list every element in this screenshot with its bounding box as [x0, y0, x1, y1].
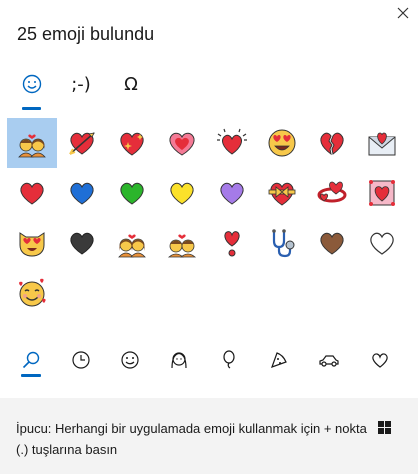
heart-with-ribbon-emoji [268, 182, 296, 206]
tab-symbols[interactable]: Ω [111, 64, 151, 104]
heart-decoration-emoji [369, 180, 395, 206]
category-travel[interactable] [309, 340, 349, 380]
heart-eyes-face-emoji [268, 129, 296, 157]
emoji-couple-with-heart[interactable] [7, 118, 57, 168]
heart-exclamation-emoji [224, 231, 240, 257]
emoji-stethoscope[interactable] [257, 218, 307, 268]
emoji-red-heart[interactable] [7, 168, 57, 218]
emoji-heart-eyes-cat[interactable] [7, 218, 57, 268]
category-celebrations[interactable] [209, 340, 249, 380]
omega-icon: Ω [124, 73, 138, 95]
tip-footer: İpucu: Herhangi bir uygulamada emoji kul… [0, 398, 418, 474]
emoji-couple-man-man[interactable] [157, 218, 207, 268]
tip-text: İpucu: Herhangi bir uygulamada emoji kul… [16, 421, 367, 457]
emoji-panel: 25 emoji bulundu ;-) Ω İpucu: Herhangi b… [0, 0, 418, 474]
revolving-hearts-emoji [317, 181, 347, 203]
category-tabs: ;-) Ω [0, 64, 418, 112]
emoji-couple-woman-woman[interactable] [107, 218, 157, 268]
smiley-face-icon [121, 351, 139, 369]
couple-with-heart-man-man-emoji [167, 234, 197, 258]
category-symbols[interactable] [360, 340, 400, 380]
tab-emoji[interactable] [12, 64, 52, 104]
kaomoji-icon: ;-) [71, 73, 91, 95]
category-smileys[interactable] [110, 340, 150, 380]
active-tab-indicator [22, 107, 41, 110]
category-bar [0, 340, 418, 388]
emoji-smiling-face-with-hearts[interactable] [7, 268, 57, 318]
windows-logo-icon [378, 421, 391, 434]
heart-icon [372, 353, 388, 368]
purple-heart-emoji [220, 182, 244, 205]
emoji-heart-exclamation[interactable] [207, 218, 257, 268]
smiley-icon [22, 74, 42, 94]
emoji-heart-eyes-face[interactable] [257, 118, 307, 168]
tab-kaomoji[interactable]: ;-) [61, 64, 101, 104]
emoji-blue-heart[interactable] [57, 168, 107, 218]
close-button[interactable] [392, 2, 414, 24]
emoji-purple-heart[interactable] [207, 168, 257, 218]
results-title: 25 emoji bulundu [17, 24, 155, 44]
heart-with-arrow-emoji [69, 132, 95, 155]
emoji-white-heart[interactable] [357, 218, 407, 268]
car-icon [319, 355, 339, 367]
yellow-heart-emoji [170, 182, 194, 205]
emoji-revolving-hearts[interactable] [307, 168, 357, 218]
sparkling-heart-emoji [120, 132, 144, 156]
emoji-beating-heart[interactable] [207, 118, 257, 168]
love-letter-emoji [368, 132, 396, 156]
emoji-sparkling-heart[interactable] [107, 118, 157, 168]
red-heart-emoji [20, 182, 44, 205]
emoji-heart-with-arrow[interactable] [57, 118, 107, 168]
black-heart-emoji [70, 232, 94, 255]
white-heart-emoji [370, 232, 394, 255]
brown-heart-emoji [320, 232, 344, 255]
close-icon [397, 7, 409, 19]
emoji-heart-decoration[interactable] [357, 168, 407, 218]
emoji-growing-heart[interactable] [157, 118, 207, 168]
broken-heart-emoji [320, 132, 344, 156]
heart-eyes-cat-emoji [19, 232, 45, 257]
emoji-brown-heart[interactable] [307, 218, 357, 268]
pizza-icon [271, 352, 287, 368]
search-icon [22, 351, 40, 369]
emoji-love-letter[interactable] [357, 118, 407, 168]
emoji-black-heart[interactable] [57, 218, 107, 268]
person-icon [171, 352, 187, 369]
emoji-green-heart[interactable] [107, 168, 157, 218]
emoji-broken-heart[interactable] [307, 118, 357, 168]
beating-heart-emoji [217, 128, 247, 155]
couple-with-heart-emoji [18, 134, 46, 158]
category-recent[interactable] [61, 340, 101, 380]
smiling-face-with-hearts-emoji [19, 278, 46, 307]
blue-heart-emoji [70, 182, 94, 205]
category-food[interactable] [259, 340, 299, 380]
emoji-yellow-heart[interactable] [157, 168, 207, 218]
couple-with-heart-woman-woman-emoji [118, 234, 146, 258]
emoji-heart-with-ribbon[interactable] [257, 168, 307, 218]
green-heart-emoji [120, 182, 144, 205]
category-people[interactable] [159, 340, 199, 380]
stethoscope-emoji [272, 229, 295, 258]
balloon-icon [223, 350, 235, 369]
clock-icon [72, 351, 90, 369]
active-category-indicator [21, 374, 41, 377]
growing-heart-emoji [169, 132, 195, 156]
